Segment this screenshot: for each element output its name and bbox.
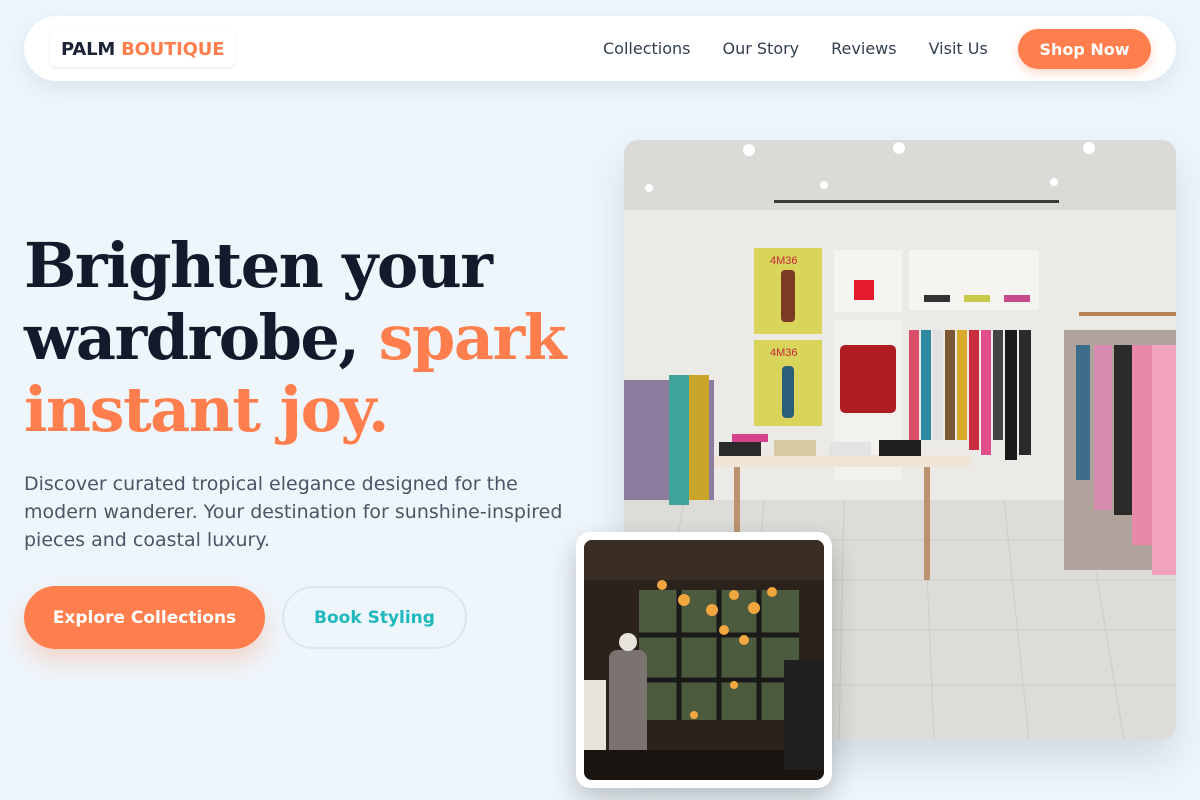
- headline-line2: wardrobe,: [24, 301, 360, 374]
- hero-headline: Brighten your wardrobe, spark instant jo…: [24, 230, 604, 446]
- store-inset-photo: [576, 532, 832, 788]
- nav-link-visit-us[interactable]: Visit Us: [929, 39, 988, 58]
- brand-name-part1: PALM: [61, 38, 116, 60]
- poster-text-top: 4M36: [770, 255, 798, 267]
- shop-now-button[interactable]: Shop Now: [1018, 29, 1151, 69]
- book-styling-button[interactable]: Book Styling: [282, 586, 467, 649]
- hero-subtext: Discover curated tropical elegance desig…: [24, 473, 563, 551]
- brand-logo[interactable]: PALM BOUTIQUE: [50, 31, 236, 67]
- explore-collections-button[interactable]: Explore Collections: [24, 586, 265, 649]
- headline-accent-joy: instant joy.: [24, 373, 389, 446]
- top-navbar: PALM BOUTIQUE Collections Our Story Revi…: [24, 16, 1176, 81]
- nav-link-collections[interactable]: Collections: [603, 39, 690, 58]
- headline-line1: Brighten your: [24, 229, 493, 302]
- headline-accent-spark: spark: [378, 301, 567, 374]
- nav-links: Collections Our Story Reviews Visit Us: [603, 16, 988, 81]
- poster-text-bottom: 4M36: [770, 347, 798, 359]
- nav-link-reviews[interactable]: Reviews: [831, 39, 896, 58]
- nav-link-our-story[interactable]: Our Story: [722, 39, 799, 58]
- brand-name-part2: BOUTIQUE: [121, 38, 225, 60]
